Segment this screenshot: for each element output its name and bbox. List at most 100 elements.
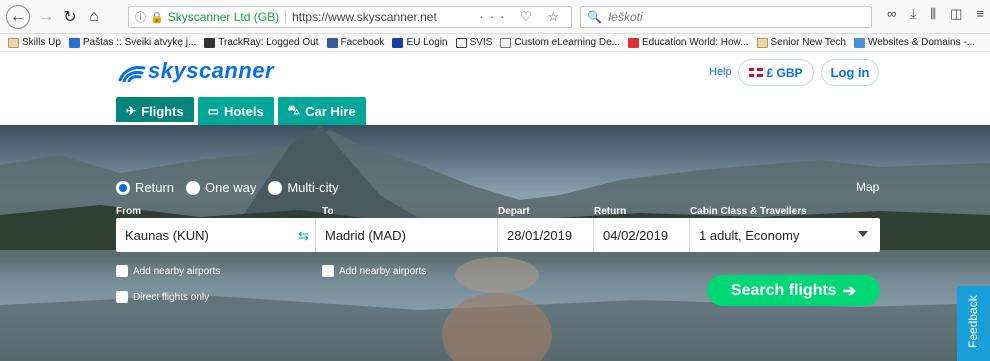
bookmark-svis[interactable]: SVIS: [455, 37, 492, 48]
cabin-travellers-select[interactable]: 1 adult, Economy: [690, 218, 880, 252]
sunrise-logo-icon: [118, 66, 146, 82]
library-icon[interactable]: ⫼: [930, 6, 936, 22]
home-button[interactable]: ⌂: [82, 5, 106, 29]
search-flights-button[interactable]: Search flights ➔: [707, 275, 880, 306]
tab-label: Flights: [141, 103, 184, 119]
return-value: 04/02/2019: [603, 227, 669, 243]
skyscanner-logo[interactable]: skyscanner: [116, 58, 274, 84]
uk-flag-icon: [749, 68, 764, 77]
bookmark-label: Paštas :: Sveiki atvykę j...: [82, 37, 197, 48]
nearby-from-checkbox[interactable]: Add nearby airports: [116, 265, 220, 277]
glasses-icon[interactable]: ∞: [887, 6, 896, 22]
logo-text: skyscanner: [148, 58, 275, 83]
radio-unchecked-icon: [268, 180, 283, 195]
tab-label: Car Hire: [305, 103, 356, 119]
menu-icon[interactable]: ≡: [976, 6, 984, 22]
checkbox-label: Add nearby airports: [339, 265, 427, 277]
bookmark-pastas[interactable]: Paštas :: Sveiki atvykę j...: [68, 37, 197, 48]
to-input[interactable]: Madrid (MAD): [316, 218, 498, 252]
forward-button[interactable]: →: [34, 5, 58, 29]
bookmark-custom-elearning[interactable]: Custom eLearning De...: [500, 37, 620, 48]
bookmark-skills-up[interactable]: Skills Up: [8, 37, 61, 48]
radio-label: Multi-city: [287, 180, 339, 195]
tab-label: Hotels: [224, 103, 264, 119]
lock-icon: 🔒: [150, 11, 164, 24]
trackray-icon: [204, 37, 216, 48]
currency-label: £ GBP: [766, 65, 803, 80]
help-link[interactable]: Help: [709, 66, 732, 78]
login-button[interactable]: Log in: [821, 59, 879, 86]
bookmarks-bar: Skills Up Paštas :: Sveiki atvykę j... T…: [0, 34, 990, 52]
wix-icon: [853, 37, 865, 48]
checkbox-box: [116, 291, 128, 303]
car-icon: ⛍: [287, 103, 301, 117]
facebook-icon: [326, 37, 338, 48]
address-bar[interactable]: ⓘ 🔒 Skyscanner Ltd (GB) https://www.skys…: [128, 6, 572, 28]
bookmark-label: Senior New Tech: [770, 37, 846, 48]
checkbox-box: [322, 265, 334, 277]
from-label: From: [116, 206, 141, 217]
browser-toolbar: ← → ↻ ⌂ ⓘ 🔒 Skyscanner Ltd (GB) https://…: [0, 0, 990, 34]
radio-unchecked-icon: [186, 180, 201, 195]
depart-date-input[interactable]: 28/01/2019: [498, 218, 594, 252]
feedback-label: Feedback: [966, 295, 980, 348]
checkbox-label: Add nearby airports: [133, 265, 221, 277]
bookmark-label: EU Login: [406, 37, 448, 48]
radio-return[interactable]: Return: [116, 180, 174, 195]
page-actions-icon[interactable]: ··· ♡ ☆: [479, 9, 565, 25]
flight-search-form: Kaunas (KUN) ⇆ Madrid (MAD) 28/01/2019 0…: [116, 218, 880, 252]
folder-icon: [756, 37, 768, 48]
url-separator: [285, 10, 287, 24]
globe-icon: [455, 37, 467, 48]
plane-icon: ✈: [126, 104, 137, 118]
feedback-tab[interactable]: Feedback: [957, 286, 990, 361]
tab-hotels[interactable]: ▭ Hotels: [197, 97, 274, 125]
search-button-label: Search flights: [730, 281, 837, 299]
ew-icon: [628, 37, 639, 48]
swap-icon[interactable]: ⇆: [298, 228, 309, 244]
bookmark-label: Websites & Domains -...: [867, 37, 976, 48]
radio-label: One way: [205, 180, 257, 195]
map-link[interactable]: Map: [856, 180, 879, 194]
bookmark-label: Skills Up: [22, 37, 61, 48]
sidebar-icon[interactable]: ◫: [950, 6, 962, 22]
bookmark-eu-login[interactable]: EU Login: [392, 37, 448, 48]
radio-checked-icon: [116, 180, 130, 195]
browser-search-input[interactable]: 🔍 Ieškoti: [580, 6, 872, 28]
bookmark-label: Education World: How...: [642, 37, 749, 48]
direct-flights-checkbox[interactable]: Direct flights only: [116, 291, 209, 303]
tab-flights[interactable]: ✈ Flights: [116, 97, 194, 125]
bookmark-facebook[interactable]: Facebook: [326, 37, 384, 48]
radio-label: Return: [135, 180, 175, 195]
url-text[interactable]: https://www.skyscanner.net: [292, 10, 437, 24]
info-icon[interactable]: ⓘ: [135, 9, 146, 25]
toolbar-right-icons: ∞ ⤓ ⫼ ◫ ≡: [887, 6, 984, 22]
product-tabs: ✈ Flights ▭ Hotels ⛍ Car Hire: [116, 97, 366, 125]
bookmark-senior-new-tech[interactable]: Senior New Tech: [756, 37, 846, 48]
cabin-value: 1 adult, Economy: [699, 227, 800, 243]
checkbox-box: [116, 265, 128, 277]
site-identity[interactable]: Skyscanner Ltd (GB): [168, 10, 279, 24]
bed-icon: ▭: [207, 104, 220, 118]
return-label: Return: [594, 206, 627, 217]
to-value: Madrid (MAD): [325, 227, 406, 243]
depart-label: Depart: [498, 206, 530, 217]
bookmark-trackray[interactable]: TrackRay: Logged Out: [204, 37, 319, 48]
back-button[interactable]: ←: [6, 5, 30, 29]
tab-car-hire[interactable]: ⛍ Car Hire: [277, 97, 366, 125]
bookmark-websites-domains[interactable]: Websites & Domains -...: [853, 37, 976, 48]
return-date-input[interactable]: 04/02/2019: [594, 218, 690, 252]
nearby-to-checkbox[interactable]: Add nearby airports: [322, 265, 426, 277]
reload-button[interactable]: ↻: [58, 5, 82, 29]
currency-button[interactable]: £ GBP: [738, 59, 814, 86]
radio-one-way[interactable]: One way: [186, 180, 256, 195]
radio-multi-city[interactable]: Multi-city: [268, 180, 339, 195]
bookmark-label: Custom eLearning De...: [514, 37, 620, 48]
bookmark-education-world[interactable]: Education World: How...: [628, 37, 749, 48]
eu-icon: [392, 37, 404, 48]
swirl-icon: [500, 37, 512, 48]
from-input[interactable]: Kaunas (KUN) ⇆: [116, 218, 316, 252]
download-icon[interactable]: ⤓: [910, 6, 916, 22]
search-icon: 🔍: [587, 10, 602, 24]
folder-icon: [8, 37, 19, 48]
